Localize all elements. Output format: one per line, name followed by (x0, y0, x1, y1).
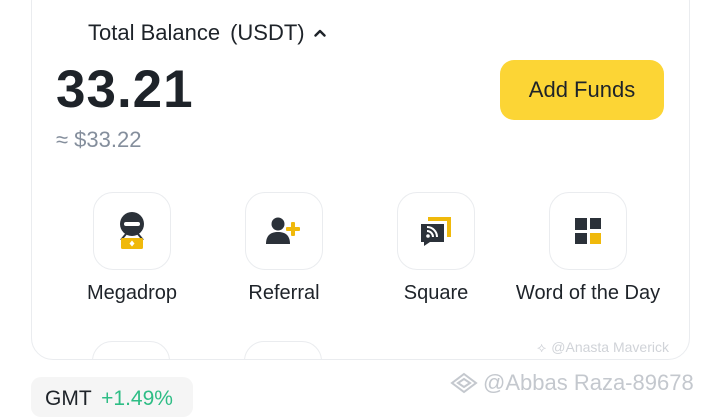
add-user-icon (266, 217, 300, 244)
ticker-chip[interactable]: GMT +1.49% (31, 377, 193, 417)
balance-header[interactable]: Total Balance (USDT) (88, 20, 326, 46)
shortcut-label: Word of the Day (515, 282, 661, 304)
watermark-large: @Abbas Raza-89678 (450, 370, 694, 396)
diamond-logo-icon: ⟡ (537, 339, 547, 355)
balance-currency: (USDT) (230, 20, 305, 45)
grid-icon (575, 218, 601, 244)
shortcut-tile[interactable] (397, 192, 475, 270)
chevron-up-icon[interactable] (313, 27, 326, 39)
balance-amount: 33.21 (56, 60, 194, 119)
balance-card: Total Balance (USDT) 33.21 ≈ $33.22 Add … (31, 0, 690, 360)
balance-fiat-approx: ≈ $33.22 (56, 127, 142, 152)
megadrop-icon (120, 212, 144, 249)
shortcut-tile[interactable] (549, 192, 627, 270)
diamond-logo-icon (450, 372, 478, 394)
shortcut-tile[interactable] (245, 192, 323, 270)
shortcut-tile-partial[interactable] (92, 341, 170, 359)
square-feed-icon (421, 217, 451, 246)
add-funds-button[interactable]: Add Funds (500, 60, 664, 120)
watermark-small: ⟡ @Anasta Maverick (537, 339, 669, 355)
shortcut-word-of-the-day[interactable]: Word of the Day (498, 192, 678, 305)
balance-label: Total Balance (88, 20, 221, 45)
ticker-change: +1.49% (101, 387, 173, 410)
shortcut-tile[interactable] (93, 192, 171, 270)
shortcut-tile-partial[interactable] (244, 341, 322, 359)
ticker-symbol: GMT (45, 387, 92, 410)
